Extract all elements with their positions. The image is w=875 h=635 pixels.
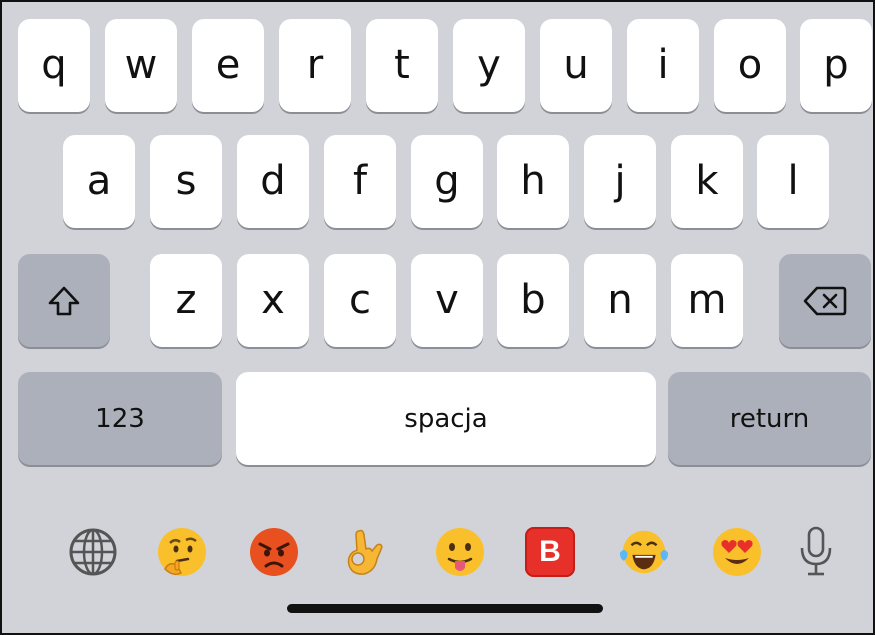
key-label: c (349, 276, 371, 323)
key-label: q (41, 41, 67, 88)
keyboard: q w e r t y u i o p a s d f g h j k l z … (0, 0, 875, 635)
key-q[interactable]: q (18, 19, 90, 112)
backspace-icon (803, 286, 847, 315)
key-t[interactable]: t (366, 19, 438, 112)
key-label: z (175, 276, 197, 323)
key-y[interactable]: y (453, 19, 525, 112)
heart-eyes-icon (713, 528, 761, 576)
globe-icon (69, 528, 117, 576)
angry-face-emoji[interactable] (246, 524, 302, 580)
numbers-key[interactable]: 123 (18, 372, 222, 465)
key-e[interactable]: e (192, 19, 264, 112)
key-label: t (394, 41, 410, 88)
b-button-icon: B (525, 527, 575, 577)
ok-hand-emoji[interactable] (338, 524, 394, 580)
key-k[interactable]: k (671, 135, 743, 228)
key-p[interactable]: p (800, 19, 872, 112)
key-z[interactable]: z (150, 254, 222, 347)
b-button-label: B (539, 535, 561, 568)
keyboard-bottom-bar: B (2, 502, 873, 612)
ok-hand-icon (347, 529, 383, 575)
key-v[interactable]: v (411, 254, 483, 347)
key-label: d (260, 157, 286, 204)
key-u[interactable]: u (540, 19, 612, 112)
key-label: a (86, 157, 112, 204)
key-label: u (563, 41, 589, 88)
microphone-icon (800, 526, 832, 576)
key-n[interactable]: n (584, 254, 656, 347)
key-label: s (175, 157, 197, 204)
key-b[interactable]: b (497, 254, 569, 347)
microphone-button[interactable] (788, 524, 844, 580)
key-label: o (737, 41, 763, 88)
key-label: r (306, 41, 324, 88)
shift-icon (48, 286, 80, 315)
angry-face-icon (250, 528, 298, 576)
key-l[interactable]: l (757, 135, 829, 228)
key-c[interactable]: c (324, 254, 396, 347)
tongue-face-icon (436, 528, 484, 576)
key-label: g (434, 157, 460, 204)
heart-eyes-emoji[interactable] (709, 524, 765, 580)
home-indicator[interactable] (287, 604, 603, 613)
globe-button[interactable] (65, 524, 121, 580)
key-s[interactable]: s (150, 135, 222, 228)
key-label: n (607, 276, 633, 323)
key-label: x (261, 276, 285, 323)
key-label: p (823, 41, 849, 88)
thinking-face-emoji[interactable] (154, 524, 210, 580)
b-button-emoji[interactable]: B (522, 524, 578, 580)
key-label: j (614, 157, 626, 204)
numbers-key-label: 123 (95, 403, 145, 434)
key-x[interactable]: x (237, 254, 309, 347)
key-r[interactable]: r (279, 19, 351, 112)
key-label: f (352, 157, 368, 204)
tears-of-joy-emoji[interactable] (616, 524, 672, 580)
key-o[interactable]: o (714, 19, 786, 112)
key-w[interactable]: w (105, 19, 177, 112)
key-label: y (477, 41, 501, 88)
key-label: h (520, 157, 546, 204)
space-key-label: spacja (404, 403, 488, 434)
return-key-label: return (729, 403, 810, 434)
key-d[interactable]: d (237, 135, 309, 228)
key-label: m (687, 276, 727, 323)
key-j[interactable]: j (584, 135, 656, 228)
key-h[interactable]: h (497, 135, 569, 228)
backspace-key[interactable] (779, 254, 871, 347)
key-label: i (657, 41, 669, 88)
space-key[interactable]: spacja (236, 372, 656, 465)
tongue-face-emoji[interactable] (432, 524, 488, 580)
key-i[interactable]: i (627, 19, 699, 112)
thinking-face-icon (158, 528, 206, 576)
key-g[interactable]: g (411, 135, 483, 228)
key-label: e (215, 41, 241, 88)
key-label: v (435, 276, 459, 323)
key-label: l (787, 157, 799, 204)
key-f[interactable]: f (324, 135, 396, 228)
return-key[interactable]: return (668, 372, 871, 465)
key-label: b (520, 276, 546, 323)
tears-of-joy-icon (619, 530, 669, 574)
key-label: w (124, 41, 158, 88)
key-a[interactable]: a (63, 135, 135, 228)
shift-key[interactable] (18, 254, 110, 347)
key-label: k (695, 157, 719, 204)
key-m[interactable]: m (671, 254, 743, 347)
